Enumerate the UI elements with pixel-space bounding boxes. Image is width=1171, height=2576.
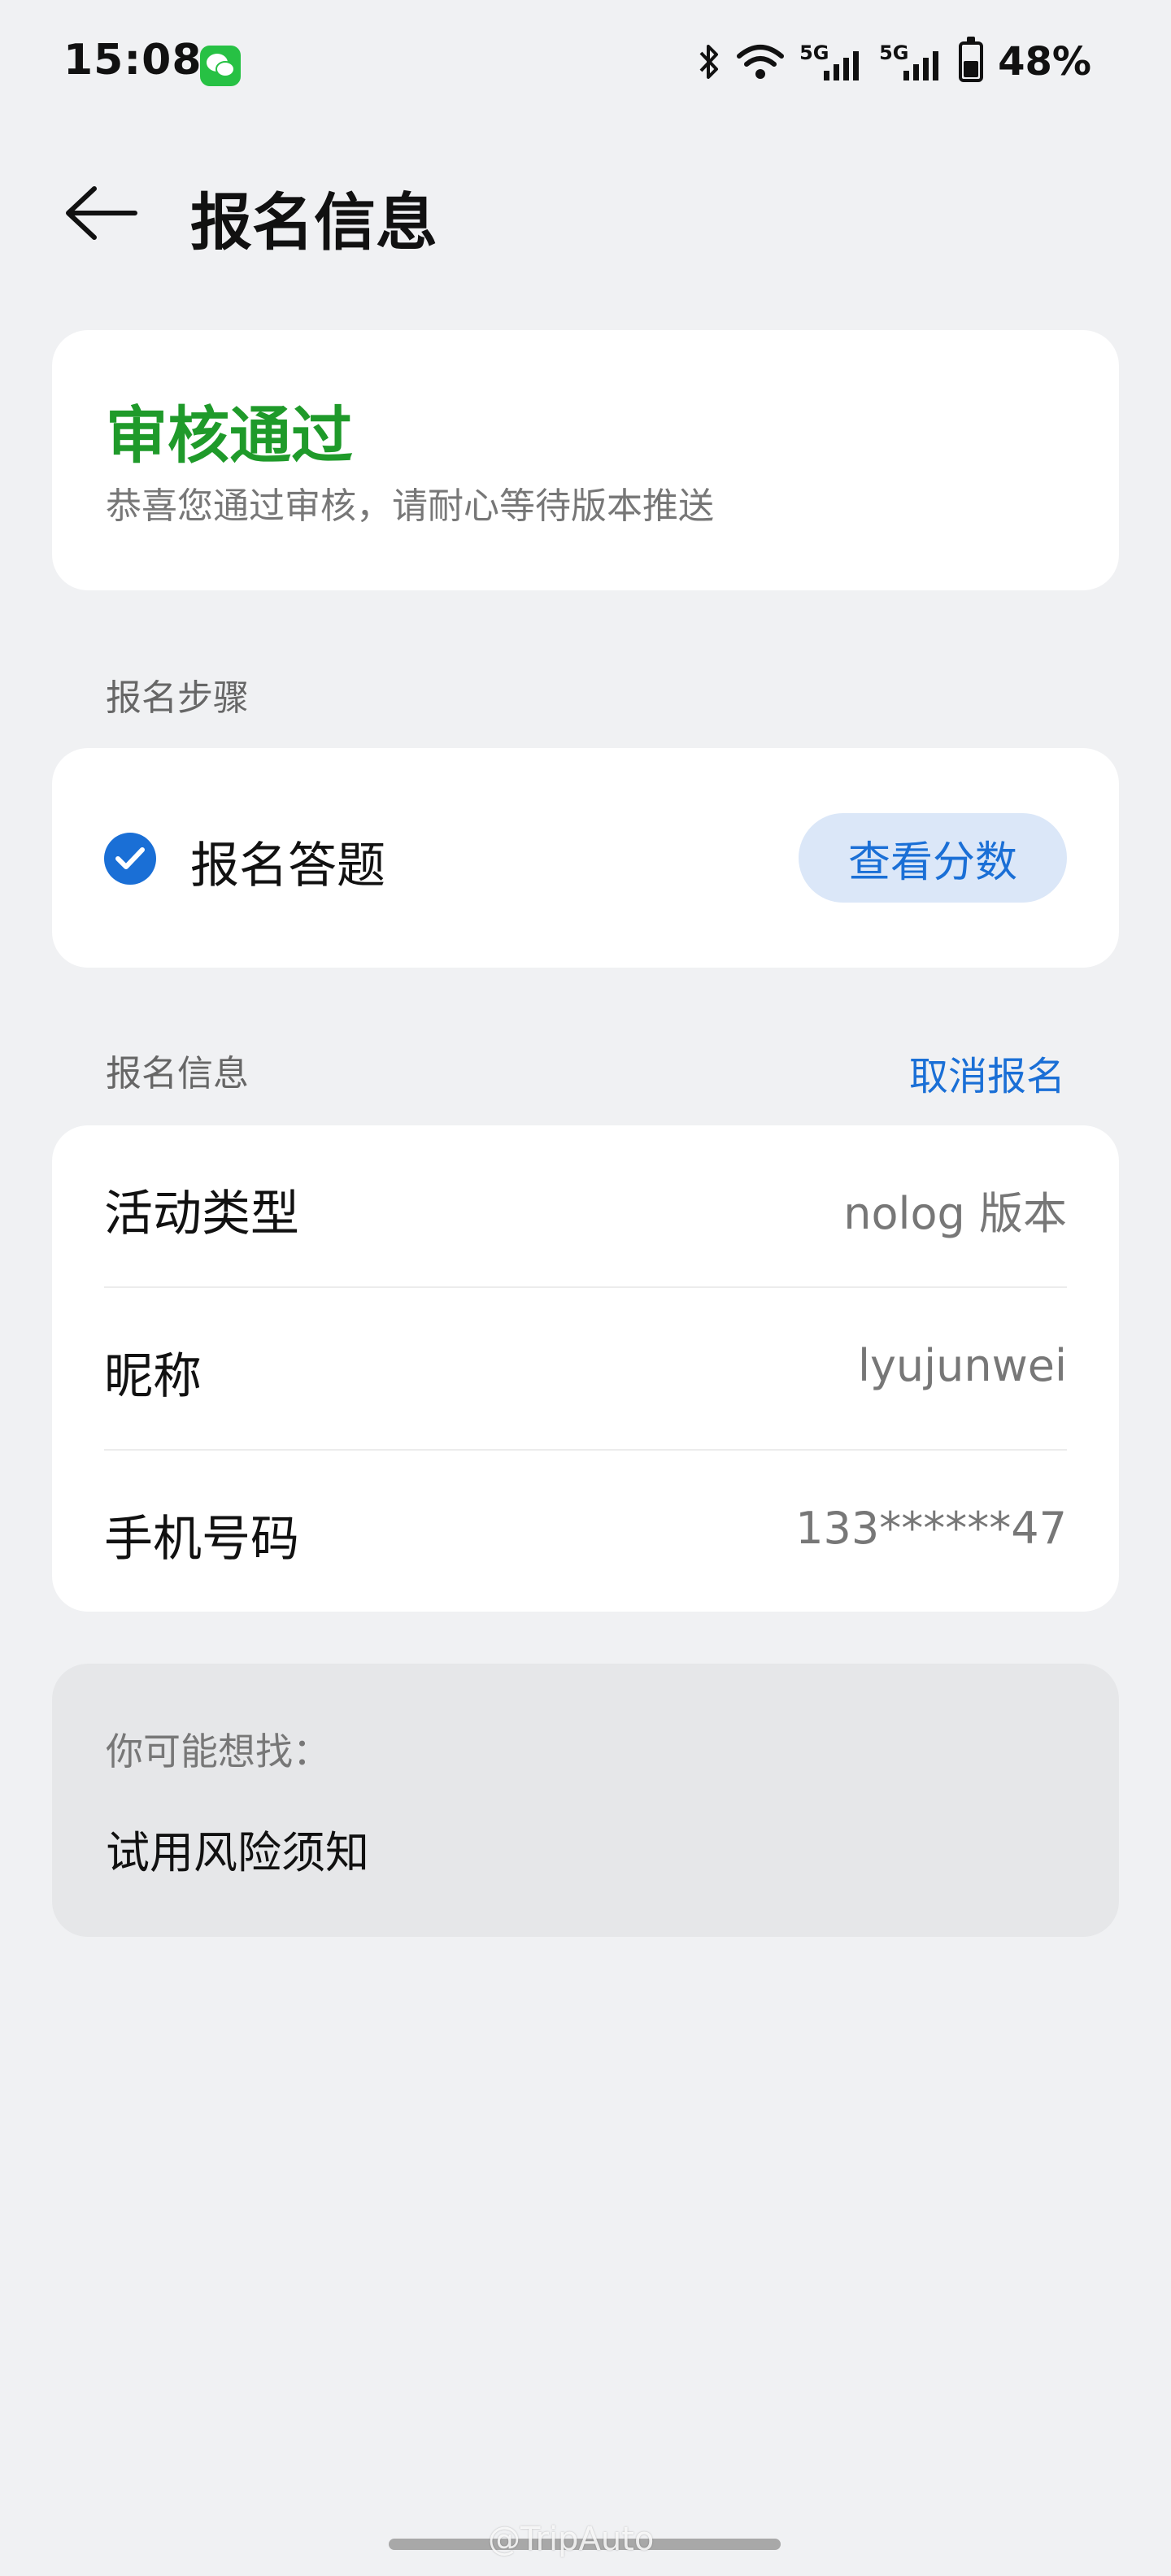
wifi-icon <box>737 45 785 79</box>
info-section-label: 报名信息 <box>106 1053 249 1094</box>
cancel-registration-link[interactable]: 取消报名 <box>909 1044 1065 1101</box>
bluetooth-icon <box>699 45 719 79</box>
steps-section-label: 报名步骤 <box>106 677 249 719</box>
review-status-card: 审核通过 恭喜您通过审核，请耐心等待版本推送 <box>52 330 1119 590</box>
page-title: 报名信息 <box>190 186 437 259</box>
review-status-description: 恭喜您通过审核，请耐心等待版本推送 <box>106 485 714 527</box>
wechat-icon <box>200 46 241 86</box>
battery-icon <box>959 37 984 82</box>
signal-5g-icon-2: 5G <box>879 41 944 82</box>
status-time: 15:08 <box>63 36 202 85</box>
watermark: @TripAuto <box>488 2521 655 2558</box>
review-status-title: 审核通过 <box>106 399 353 472</box>
status-icons: 5G 5G 48% <box>697 37 1091 86</box>
check-circle-icon <box>104 833 156 885</box>
step-card: 报名答题 查看分数 <box>52 748 1119 968</box>
info-row-activity-type: 活动类型 nolog 版本 <box>104 1125 1067 1286</box>
info-row-key: 活动类型 <box>104 1186 299 1242</box>
suggestions-title: 你可能想找： <box>106 1730 330 1773</box>
back-arrow-icon[interactable] <box>63 184 138 242</box>
info-row-nickname: 昵称 lyujunwei <box>104 1288 1067 1449</box>
signal-5g-icon-1: 5G <box>799 41 864 82</box>
suggestions-card: 你可能想找： 试用风险须知 <box>52 1664 1119 1937</box>
info-row-key: 手机号码 <box>104 1511 299 1568</box>
battery-percent: 48% <box>998 39 1091 85</box>
step-label: 报名答题 <box>190 838 385 894</box>
registration-info-card: 活动类型 nolog 版本 昵称 lyujunwei 手机号码 133*****… <box>52 1125 1119 1612</box>
status-bar: 15:08 5G 5G 48% <box>0 0 1171 130</box>
trial-risk-notice-link[interactable]: 试用风险须知 <box>106 1817 369 1881</box>
info-row-phone: 手机号码 133******47 <box>104 1451 1067 1612</box>
view-score-button[interactable]: 查看分数 <box>799 813 1067 903</box>
info-row-value: nolog 版本 <box>843 1188 1067 1239</box>
info-row-key: 昵称 <box>104 1348 202 1405</box>
info-row-value: lyujunwei <box>857 1340 1067 1391</box>
info-row-value: 133******47 <box>795 1503 1067 1554</box>
app-header: 报名信息 <box>0 154 1171 268</box>
